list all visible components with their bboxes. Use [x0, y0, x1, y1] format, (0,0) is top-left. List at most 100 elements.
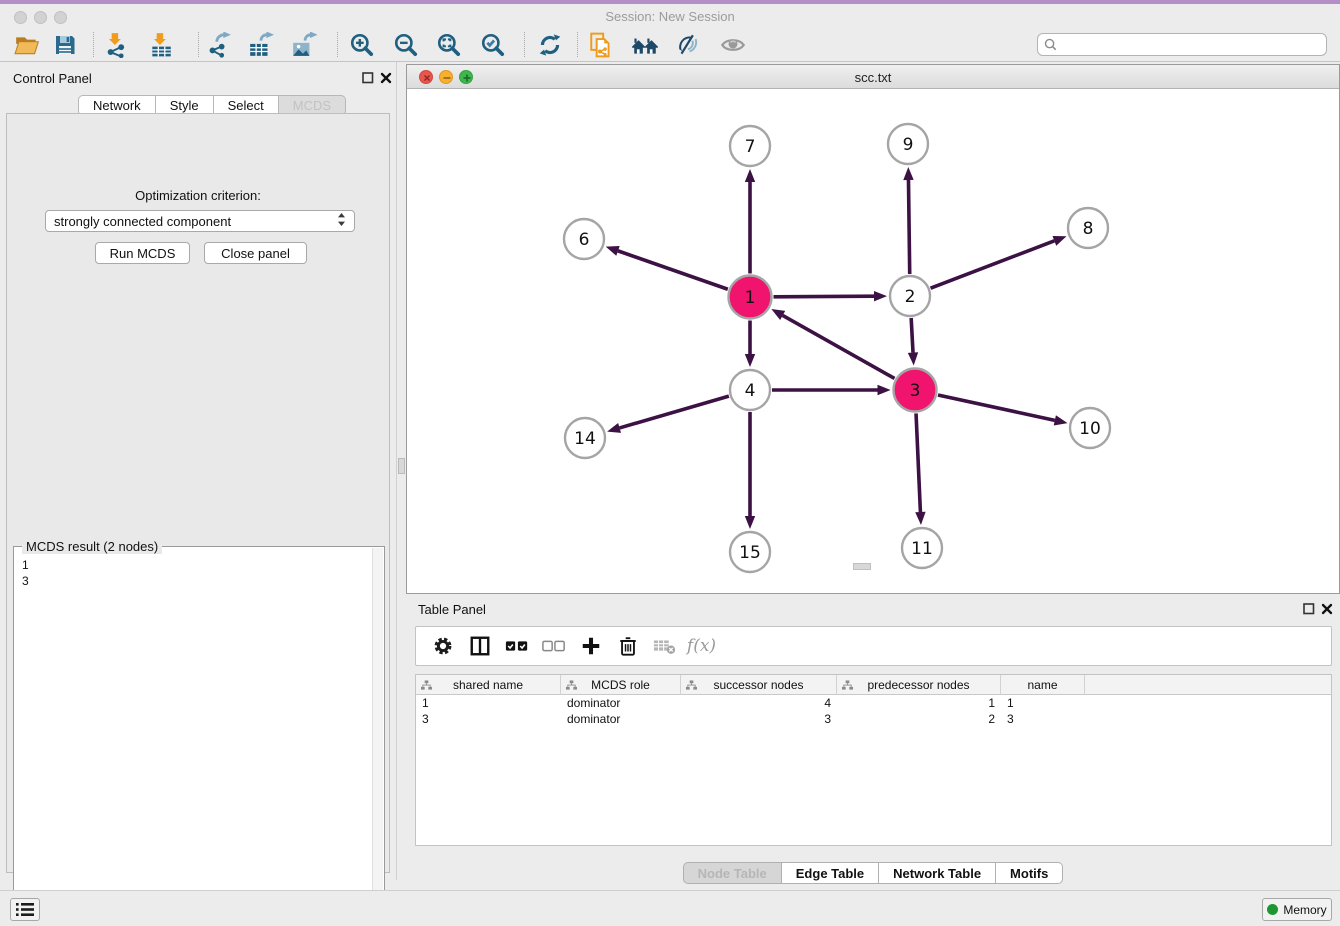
import-table-button[interactable] — [142, 29, 180, 60]
graph-node-6[interactable]: 6 — [564, 219, 604, 259]
first-neighbors-button[interactable] — [626, 29, 664, 60]
graph-edge-3-10[interactable] — [938, 395, 1068, 425]
column-header-name[interactable]: name — [1001, 675, 1085, 695]
graph-edge-3-1[interactable] — [771, 309, 894, 378]
cell-mcds-role[interactable]: dominator — [561, 711, 681, 727]
zoom-fit-button[interactable] — [430, 29, 468, 60]
cell-name[interactable]: 1 — [1001, 695, 1085, 711]
graph-edge-2-8[interactable] — [931, 236, 1067, 288]
tab-node-table[interactable]: Node Table — [683, 862, 782, 884]
export-image-button[interactable] — [285, 29, 323, 60]
table-row[interactable]: 1dominator411 — [416, 695, 1331, 711]
graph-edge-1-2[interactable] — [773, 291, 887, 301]
run-mcds-button[interactable]: Run MCDS — [95, 242, 190, 264]
graph-edge-4-15[interactable] — [745, 412, 755, 529]
table-row[interactable]: 3dominator323 — [416, 711, 1331, 727]
graph-node-15[interactable]: 15 — [730, 532, 770, 572]
columns-icon — [469, 635, 491, 657]
open-session-button[interactable] — [8, 29, 46, 60]
graph-edge-3-11[interactable] — [915, 413, 925, 525]
refresh-icon — [537, 32, 563, 58]
graph-node-7[interactable]: 7 — [730, 126, 770, 166]
toggle-column-view-button[interactable] — [461, 630, 498, 662]
function-builder-button[interactable]: f(x) — [683, 630, 720, 662]
tab-motifs[interactable]: Motifs — [996, 862, 1063, 884]
clone-network-button[interactable] — [582, 29, 620, 60]
show-hide-graphics-button[interactable] — [714, 29, 752, 60]
deselect-all-button[interactable] — [535, 630, 572, 662]
add-column-button[interactable] — [572, 630, 609, 662]
mcds-result-scrollbar[interactable] — [372, 548, 383, 921]
close-panel-button[interactable] — [380, 71, 392, 83]
graph-node-14[interactable]: 14 — [565, 418, 605, 458]
float-panel-button[interactable] — [362, 71, 374, 83]
graph-edge-4-3[interactable] — [772, 385, 891, 395]
cell-successor-nodes[interactable]: 3 — [681, 711, 837, 727]
graph-node-1[interactable]: 1 — [729, 276, 772, 319]
criterion-dropdown[interactable]: strongly connected component — [45, 210, 355, 232]
float-table-panel-button[interactable] — [1303, 602, 1315, 614]
export-table-button[interactable] — [242, 29, 280, 60]
cell-predecessor-nodes[interactable]: 2 — [837, 711, 1001, 727]
node-label: 4 — [745, 381, 756, 401]
criterion-value: strongly connected component — [54, 214, 231, 229]
import-network-button[interactable] — [97, 29, 135, 60]
search-input[interactable] — [1061, 38, 1326, 52]
delete-table-button[interactable] — [646, 630, 683, 662]
graph-node-4[interactable]: 4 — [730, 370, 770, 410]
export-network-button[interactable] — [200, 29, 238, 60]
cell-shared-name[interactable]: 1 — [416, 695, 561, 711]
graph-node-9[interactable]: 9 — [888, 124, 928, 164]
task-history-button[interactable] — [10, 898, 40, 921]
toolbar-separator — [198, 32, 199, 57]
zoom-in-button[interactable] — [343, 29, 381, 60]
zoom-out-button[interactable] — [387, 29, 425, 60]
save-session-button[interactable] — [46, 29, 84, 60]
table-settings-button[interactable] — [424, 630, 461, 662]
column-header-shared-name[interactable]: shared name — [416, 675, 561, 695]
save-floppy-icon — [53, 33, 77, 57]
graph-node-10[interactable]: 10 — [1070, 408, 1110, 448]
column-header-mcds-role[interactable]: MCDS role — [561, 675, 681, 695]
cell-shared-name[interactable]: 3 — [416, 711, 561, 727]
hide-details-button[interactable] — [669, 29, 707, 60]
node-label: 6 — [579, 230, 590, 250]
graph-node-8[interactable]: 8 — [1068, 208, 1108, 248]
graph-edge-2-3[interactable] — [908, 318, 918, 366]
graph-edge-2-9[interactable] — [903, 167, 913, 274]
vertical-splitter[interactable] — [396, 62, 406, 880]
arrowhead — [1054, 415, 1068, 425]
cell-successor-nodes[interactable]: 4 — [681, 695, 837, 711]
import-table-icon — [148, 32, 174, 58]
refresh-view-button[interactable] — [531, 29, 569, 60]
network-canvas[interactable]: 1 2 3 4 6 7 8 9 10 11 14 15 — [407, 89, 1339, 593]
cell-name[interactable]: 3 — [1001, 711, 1085, 727]
graph-edge-1-6[interactable] — [606, 246, 728, 289]
graph-edge-1-7[interactable] — [745, 169, 755, 274]
hierarchy-icon — [566, 680, 577, 691]
column-header-predecessor-nodes[interactable]: predecessor nodes — [837, 675, 1001, 695]
duplicate-network-icon — [588, 32, 614, 58]
search-field[interactable] — [1037, 33, 1327, 56]
column-header-successor-nodes[interactable]: successor nodes — [681, 675, 837, 695]
graph-edge-1-4[interactable] — [745, 321, 755, 368]
graph-node-2[interactable]: 2 — [890, 276, 930, 316]
delete-column-button[interactable] — [609, 630, 646, 662]
vertical-splitter-handle[interactable] — [398, 458, 405, 474]
select-all-button[interactable] — [498, 630, 535, 662]
zoom-selected-button[interactable] — [474, 29, 512, 60]
tab-edge-table[interactable]: Edge Table — [782, 862, 879, 884]
close-table-panel-button[interactable] — [1321, 602, 1333, 614]
graph-node-3[interactable]: 3 — [894, 369, 937, 412]
cell-predecessor-nodes[interactable]: 1 — [837, 695, 1001, 711]
graph-node-11[interactable]: 11 — [902, 528, 942, 568]
hierarchy-icon — [842, 680, 853, 691]
graph-edge-4-14[interactable] — [607, 396, 729, 433]
mcds-result-box: MCDS result (2 nodes) 1 3 — [13, 546, 385, 923]
close-mcds-panel-button[interactable]: Close panel — [204, 242, 307, 264]
tab-network-table[interactable]: Network Table — [879, 862, 996, 884]
horizontal-splitter-handle[interactable] — [853, 563, 871, 570]
memory-button[interactable]: Memory — [1262, 898, 1332, 921]
cell-mcds-role[interactable]: dominator — [561, 695, 681, 711]
network-window-titlebar[interactable]: scc.txt — [407, 65, 1339, 89]
